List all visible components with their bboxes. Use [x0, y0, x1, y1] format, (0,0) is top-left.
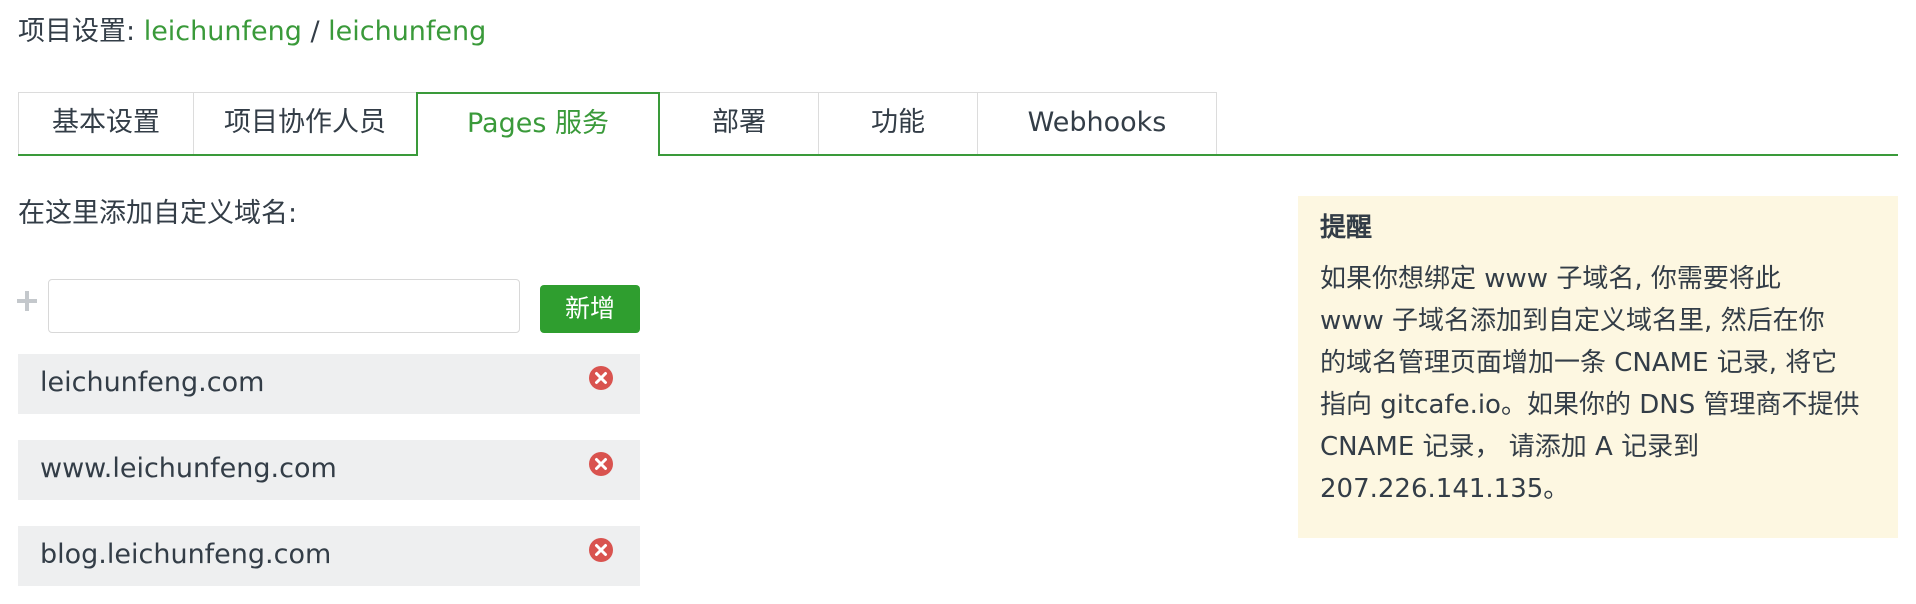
- tab-basic-settings[interactable]: 基本设置: [18, 92, 194, 154]
- notice-line: 如果你想绑定 www 子域名, 你需要将此: [1320, 264, 1781, 294]
- notice-line: 指向 gitcafe.io。如果你的 DNS 管理商不提供: [1320, 390, 1860, 420]
- tabs-underline: [18, 154, 1898, 156]
- domain-row: www.leichunfeng.com: [18, 440, 640, 500]
- custom-domain-label: 在这里添加自定义域名:: [18, 198, 298, 229]
- notice-box: 提醒 如果你想绑定 www 子域名, 你需要将此 www 子域名添加到自定义域名…: [1298, 196, 1898, 538]
- breadcrumb-project-link[interactable]: leichunfeng: [328, 16, 486, 47]
- notice-line: CNAME 记录， 请添加 A 记录到: [1320, 432, 1700, 462]
- notice-title: 提醒: [1320, 213, 1373, 243]
- breadcrumb-prefix: 项目设置:: [18, 16, 144, 47]
- plus-icon: [17, 291, 37, 311]
- domain-name: leichunfeng.com: [40, 367, 265, 398]
- tab-deploy[interactable]: 部署: [659, 92, 819, 154]
- domain-row: blog.leichunfeng.com: [18, 526, 640, 586]
- remove-circle-icon[interactable]: [588, 365, 614, 391]
- remove-circle-icon[interactable]: [588, 537, 614, 563]
- domain-input[interactable]: [48, 279, 520, 333]
- remove-circle-icon[interactable]: [588, 451, 614, 477]
- notice-line: www 子域名添加到自定义域名里, 然后在你: [1320, 306, 1825, 336]
- tab-webhooks[interactable]: Webhooks: [977, 92, 1217, 154]
- notice-line: 207.226.141.135。: [1320, 474, 1570, 504]
- tab-pages-service[interactable]: Pages 服务: [416, 92, 660, 156]
- breadcrumb-owner-link[interactable]: leichunfeng: [144, 16, 302, 47]
- domain-name: blog.leichunfeng.com: [40, 539, 332, 570]
- add-domain-button[interactable]: 新增: [540, 285, 640, 333]
- domain-name: www.leichunfeng.com: [40, 453, 337, 484]
- notice-line: 的域名管理页面增加一条 CNAME 记录, 将它: [1320, 348, 1838, 378]
- settings-tabs: 基本设置 项目协作人员 Pages 服务 部署 功能 Webhooks: [18, 92, 1898, 156]
- domain-row: leichunfeng.com: [18, 354, 640, 414]
- breadcrumb-separator: /: [301, 16, 329, 47]
- breadcrumb: 项目设置: leichunfeng / leichunfeng: [18, 14, 486, 50]
- notice-body: 如果你想绑定 www 子域名, 你需要将此 www 子域名添加到自定义域名里, …: [1320, 258, 1878, 510]
- tab-collaborators[interactable]: 项目协作人员: [193, 92, 417, 154]
- tab-features[interactable]: 功能: [818, 92, 978, 154]
